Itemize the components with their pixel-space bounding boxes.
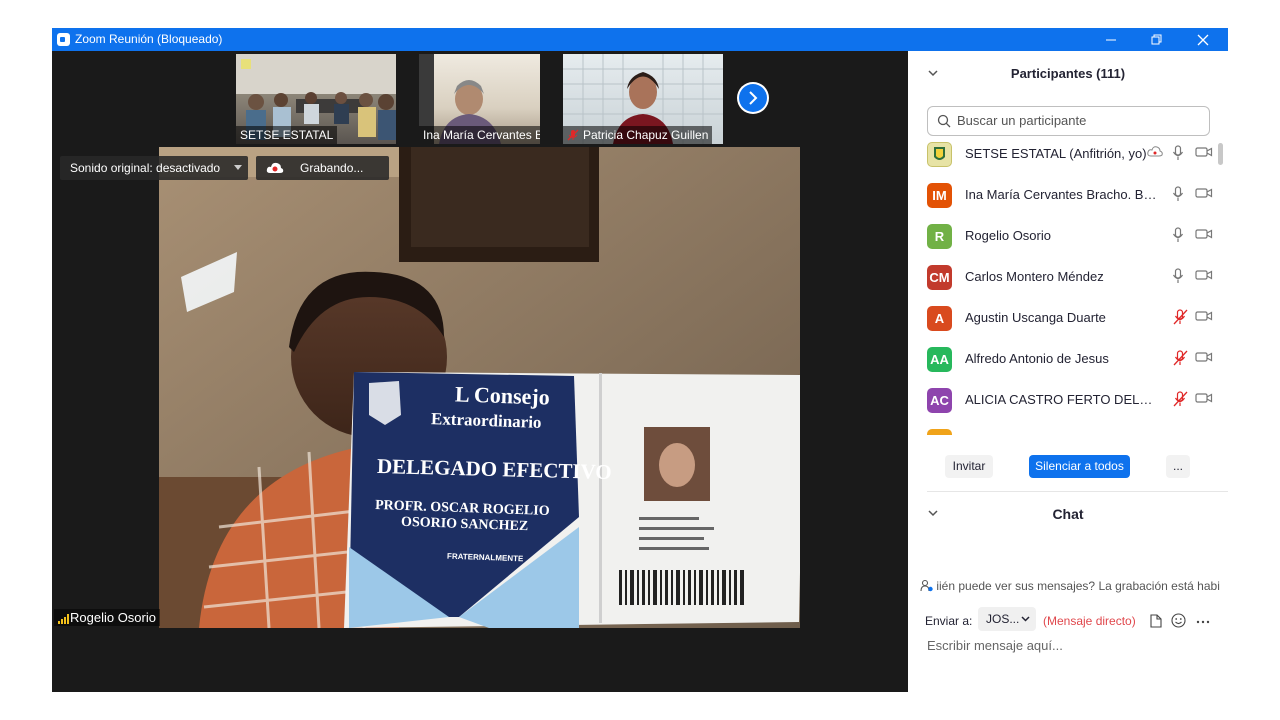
title-bar: Zoom Reunión (Bloqueado) xyxy=(52,28,1228,51)
side-panel: Participantes (111) SETSE ESTATAL (Anfit… xyxy=(908,51,1228,692)
avatar xyxy=(927,429,952,435)
chat-message-input[interactable] xyxy=(925,637,1219,654)
thumbnail-patricia-chapuz[interactable]: Patricia Chapuz Guillen xyxy=(563,54,723,144)
close-icon xyxy=(1197,34,1209,46)
cloud-icon xyxy=(1147,146,1163,157)
thumbnail-name-text: Patricia Chapuz Guillen xyxy=(583,128,709,142)
avatar xyxy=(927,142,952,167)
video-icon[interactable] xyxy=(1195,350,1213,364)
original-sound-toggle[interactable]: Sonido original: desactivado xyxy=(60,156,248,180)
participant-search[interactable] xyxy=(927,106,1210,136)
minimize-button[interactable] xyxy=(1088,28,1134,51)
search-icon xyxy=(937,114,951,128)
original-sound-label: Sonido original: desactivado xyxy=(70,161,221,175)
chat-notice-text: iién puede ver sus mensajes? La grabació… xyxy=(936,579,1220,593)
participant-row[interactable]: R Rogelio Osorio xyxy=(927,216,1213,257)
chevron-down-icon xyxy=(1021,616,1030,622)
video-icon[interactable] xyxy=(1195,145,1213,159)
minimize-icon xyxy=(1106,39,1116,41)
participant-row[interactable]: AA Alfredo Antonio de Jesus xyxy=(927,339,1213,380)
video-icon[interactable] xyxy=(1195,227,1213,241)
participant-row[interactable]: IM Ina María Cervantes Bracho. Bo... xyxy=(927,175,1213,216)
caret-down-icon xyxy=(234,165,242,170)
video-icon[interactable] xyxy=(1195,309,1213,323)
participants-title: Participantes (111) xyxy=(1010,66,1126,81)
video-icon[interactable] xyxy=(1195,268,1213,282)
avatar: AC xyxy=(927,388,952,413)
participants-scrollbar[interactable] xyxy=(1218,143,1223,165)
avatar: CM xyxy=(927,265,952,290)
participant-row[interactable]: A Agustin Uscanga Duarte xyxy=(927,298,1213,339)
participant-row[interactable]: SETSE ESTATAL (Anfitrión, yo) xyxy=(927,139,1213,175)
muted-mic-icon[interactable] xyxy=(1172,391,1188,407)
participant-name: ALICIA CASTRO FERTO DELEGAC... xyxy=(965,392,1160,407)
participant-name: SETSE ESTATAL (Anfitrión, yo) xyxy=(965,146,1147,161)
thumbnail-ina-maria[interactable]: Ina María Cervantes Bra... xyxy=(419,54,540,144)
more-icon[interactable] xyxy=(1196,620,1210,624)
file-icon[interactable] xyxy=(1150,614,1162,628)
next-page-button[interactable] xyxy=(737,82,769,114)
active-speaker-video: L Consejo Extraordinario DELEGADO EFECTI… xyxy=(159,147,800,628)
participant-row[interactable]: CM Carlos Montero Méndez xyxy=(927,257,1213,298)
avatar: AA xyxy=(927,347,952,372)
thumbnail-setse-estatal[interactable]: SETSE ESTATAL xyxy=(236,54,396,144)
cloud-record-icon xyxy=(266,162,284,173)
recording-label: Grabando... xyxy=(300,161,364,175)
direct-message-label: (Mensaje directo) xyxy=(1043,614,1136,628)
recording-indicator[interactable]: Grabando... xyxy=(256,156,389,180)
emoji-icon[interactable] xyxy=(1171,613,1186,628)
participant-name: Carlos Montero Méndez xyxy=(965,269,1104,284)
participant-name: Rogelio Osorio xyxy=(965,228,1051,243)
card-title-line1: L Consejo xyxy=(454,381,551,410)
card-title-line2: Extraordinario xyxy=(430,409,542,432)
mic-icon[interactable] xyxy=(1172,186,1184,202)
video-icon[interactable] xyxy=(1195,391,1213,405)
speaker-name-tag: Rogelio Osorio xyxy=(54,609,160,626)
invite-button[interactable]: Invitar xyxy=(945,455,993,478)
setse-logo-icon xyxy=(934,147,945,160)
muted-mic-icon[interactable] xyxy=(1172,309,1188,325)
mute-all-button[interactable]: Silenciar a todos xyxy=(1029,455,1130,478)
participant-name: Ina María Cervantes Bracho. Bo... xyxy=(965,187,1160,202)
recipient-value: JOS... xyxy=(986,612,1020,626)
divider xyxy=(927,491,1228,492)
recipient-select[interactable]: JOS... xyxy=(978,607,1036,631)
search-input[interactable] xyxy=(955,112,1199,129)
participants-list: SETSE ESTATAL (Anfitrión, yo) IM Ina Mar… xyxy=(908,139,1213,435)
chevron-right-icon xyxy=(749,91,758,105)
avatar: A xyxy=(927,306,952,331)
signal-bars-icon xyxy=(58,614,69,624)
video-icon[interactable] xyxy=(1195,186,1213,200)
mic-icon[interactable] xyxy=(1172,227,1184,243)
muted-mic-icon[interactable] xyxy=(1172,350,1188,366)
chat-visibility-notice: iién puede ver sus mensajes? La grabació… xyxy=(920,579,1220,593)
restore-button[interactable] xyxy=(1134,28,1180,51)
zoom-window: Zoom Reunión (Bloqueado) SETSE ESTATAL I… xyxy=(52,28,1228,692)
muted-mic-icon xyxy=(567,129,579,141)
avatar: IM xyxy=(927,183,952,208)
participant-row[interactable]: AC ALICIA CASTRO FERTO DELEGAC... xyxy=(927,380,1213,421)
speaker-name: Rogelio Osorio xyxy=(70,610,156,625)
more-options-button[interactable]: ... xyxy=(1166,455,1190,478)
video-stage: SETSE ESTATAL Ina María Cervantes Bra... xyxy=(52,51,908,692)
mic-icon[interactable] xyxy=(1172,268,1184,284)
zoom-logo-icon xyxy=(57,33,70,46)
window-title: Zoom Reunión (Bloqueado) xyxy=(75,32,223,46)
avatar: R xyxy=(927,224,952,249)
participant-name: Agustin Uscanga Duarte xyxy=(965,310,1106,325)
participant-name: Alfredo Antonio de Jesus xyxy=(965,351,1109,366)
send-to-label: Enviar a: xyxy=(925,614,973,628)
thumbnail-name: SETSE ESTATAL xyxy=(236,126,338,144)
close-button[interactable] xyxy=(1180,28,1226,51)
thumbnail-name: Patricia Chapuz Guillen xyxy=(563,126,713,144)
chat-title: Chat xyxy=(1052,506,1084,522)
mic-icon[interactable] xyxy=(1172,145,1184,161)
restore-icon xyxy=(1151,34,1162,45)
person-help-icon xyxy=(920,579,933,592)
thumbnail-name: Ina María Cervantes Bra... xyxy=(419,126,540,144)
